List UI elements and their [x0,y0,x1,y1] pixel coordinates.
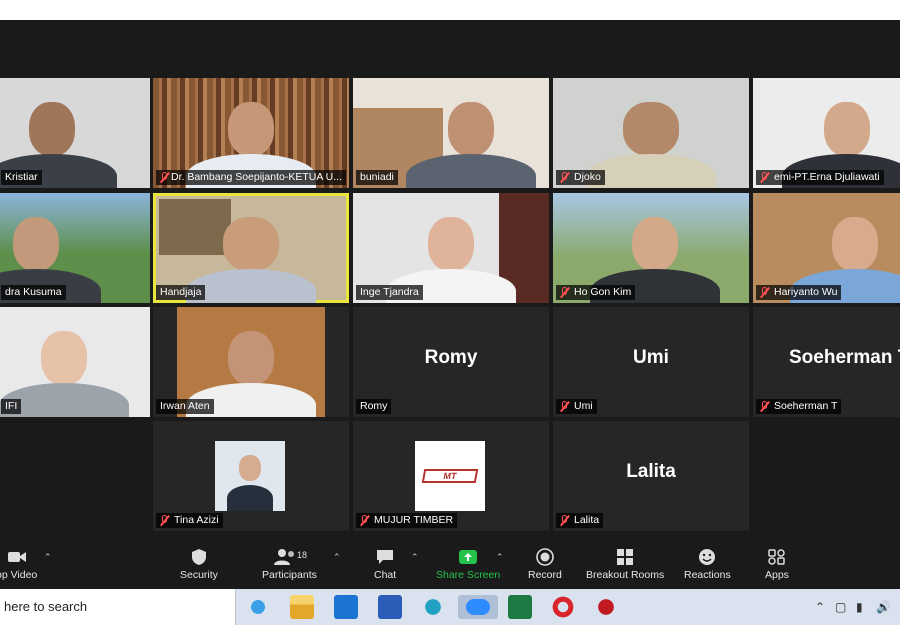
participant-name: MUJUR TIMBER [356,513,458,528]
participants-button[interactable]: 18 Participants [262,548,317,581]
mic-muted-icon [560,515,570,526]
mic-muted-icon [760,172,770,183]
participant-display-name: Soeherman T [789,347,900,368]
security-button[interactable]: Security [180,548,218,581]
profile-picture [215,441,285,511]
participant-tile[interactable]: dra Kusuma [0,193,150,303]
participant-name: Tina Azizi [156,513,223,528]
search-placeholder: here to search [4,599,88,614]
apps-button[interactable]: Apps [765,548,789,581]
painting-background [159,199,231,255]
edge-icon[interactable] [246,595,270,619]
participant-tile-active-speaker[interactable]: Handjaja [153,193,349,303]
participant-name: Romy [356,399,392,414]
battery-icon[interactable]: ▮ [856,600,863,614]
shield-icon [189,548,209,566]
stop-video-button[interactable]: op Video [0,548,37,581]
network-icon[interactable]: ▢ [835,600,846,614]
chat-button[interactable]: Chat [374,548,396,581]
participant-tile[interactable]: Inge Tjandra [353,193,549,303]
edge-browser-icon[interactable] [421,595,445,619]
participant-name: Umi [556,399,597,414]
participant-name: IFI [1,399,22,414]
smiley-icon [697,548,717,566]
company-logo: MT [415,441,485,511]
participant-tile[interactable]: Hariyanto Wu [753,193,900,303]
chat-bubble-icon [375,548,395,566]
taskbar-search-box[interactable]: here to search [0,589,236,625]
participant-tile[interactable]: Lalita Lalita [553,421,749,531]
speaker-icon[interactable]: 🔊 [876,600,891,614]
participant-tile[interactable]: Kristiar [0,78,150,188]
participant-name: Inge Tjandra [356,285,423,300]
participant-tile[interactable]: Umi Umi [553,307,749,417]
windows-taskbar: here to search ⌃ ▢ ▮ 🔊 [0,589,900,625]
participant-tile[interactable]: Irwan Aten [153,307,349,417]
participant-tile[interactable]: buniadi [353,78,549,188]
apps-icon [767,548,787,566]
participant-name: Hariyanto Wu [756,285,842,300]
chat-options-caret[interactable]: ⌃ [411,552,419,563]
participant-display-name: Romy [424,347,478,368]
mic-muted-icon [160,172,167,183]
participant-tile[interactable]: MT MUJUR TIMBER [353,421,549,531]
word-icon[interactable] [378,595,402,619]
mic-muted-icon [760,401,770,412]
participant-name: Djoko [556,170,605,185]
participant-display-name: Umi [633,347,669,368]
share-options-caret[interactable]: ⌃ [496,552,504,563]
breakout-rooms-button[interactable]: Breakout Rooms [586,548,664,581]
mic-muted-icon [560,401,570,412]
participant-name: dra Kusuma [1,285,66,300]
participant-tile[interactable]: Romy Romy [353,307,549,417]
excel-icon[interactable] [508,595,532,619]
participant-name: Soeherman T [756,399,842,414]
participants-options-caret[interactable]: ⌃ [333,552,341,563]
record-button[interactable]: Record [528,548,562,581]
chevron-up-icon[interactable]: ⌃ [815,600,825,614]
video-gallery: Kristiar Dr. Bambang Soepijanto-KETUA U.… [0,20,900,544]
participant-name: Dr. Bambang Soepijanto-KETUA U... [156,170,346,185]
participant-tile[interactable]: Ho Gon Kim [553,193,749,303]
participant-tile[interactable]: Tina Azizi [153,421,349,531]
mail-icon[interactable] [334,595,358,619]
mic-muted-icon [560,287,570,298]
mic-muted-icon [560,172,570,183]
share-screen-button[interactable]: Share Screen [436,548,500,581]
participant-name: buniadi [356,170,398,185]
participant-name: Kristiar [1,170,42,185]
zoom-icon[interactable] [458,595,498,619]
meeting-toolbar: op Video ⌃ Security 18 Participants ⌃ Ch… [0,544,900,589]
file-explorer-icon[interactable] [290,595,314,619]
mic-muted-icon [160,515,170,526]
mic-muted-icon [760,287,770,298]
participant-name: Lalita [556,513,604,528]
participant-name: emi-PT.Erna Djuliawati [756,170,884,185]
record-icon [535,548,555,566]
participant-name: Handjaja [156,285,206,300]
participant-tile[interactable]: Dr. Bambang Soepijanto-KETUA U... [153,78,349,188]
opera-icon[interactable] [551,595,575,619]
participant-display-name: Lalita [626,461,676,482]
reactions-button[interactable]: Reactions [684,548,731,581]
participant-tile[interactable]: Djoko [553,78,749,188]
game-icon[interactable] [594,595,618,619]
participant-tile[interactable]: IFI [0,307,150,417]
svg-text:18: 18 [297,550,307,560]
participant-name: Ho Gon Kim [556,285,636,300]
mic-muted-icon [360,515,370,526]
participant-name: Irwan Aten [156,399,214,414]
grid-icon [615,548,635,566]
video-options-caret[interactable]: ⌃ [44,552,52,563]
video-camera-icon [7,548,27,566]
title-bar [0,0,900,20]
share-screen-icon [458,548,478,566]
participant-tile[interactable]: emi-PT.Erna Djuliawati [753,78,900,188]
participant-tile[interactable]: Soeherman T Soeherman T [753,307,900,417]
people-icon: 18 [269,548,309,566]
